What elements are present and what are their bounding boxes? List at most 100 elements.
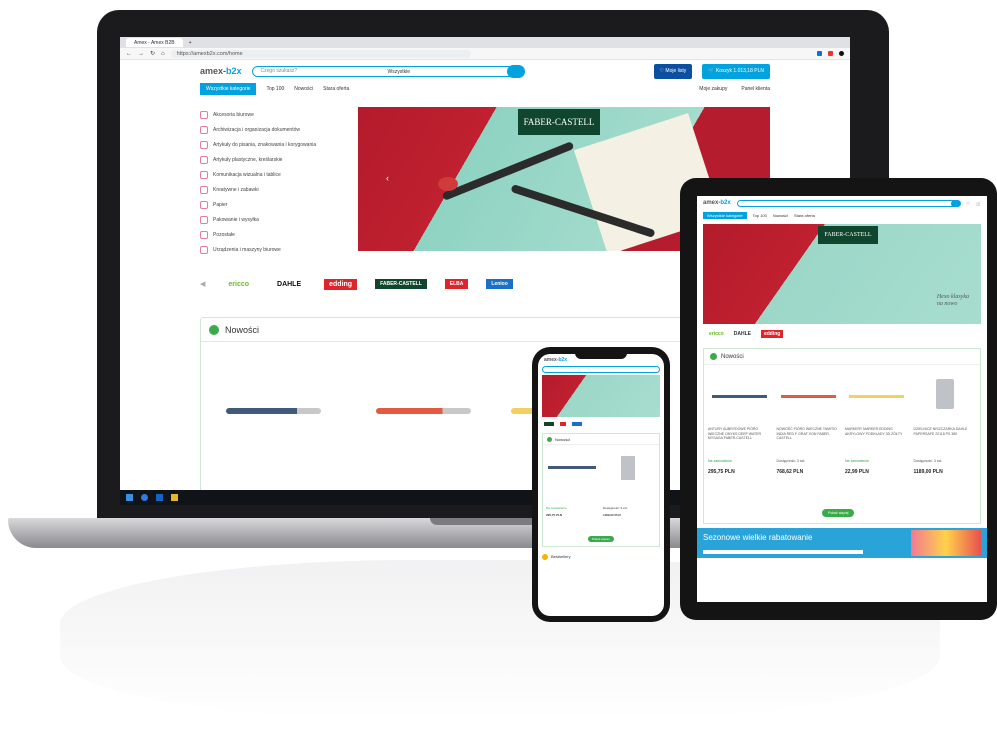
- phone-hero-banner[interactable]: [542, 375, 660, 417]
- category-icon: [200, 170, 208, 179]
- promo-banner[interactable]: Sezonowe wielkie rabatowanie: [697, 528, 987, 558]
- tablet-logo[interactable]: amex-b2x: [703, 200, 731, 206]
- news-header: Nowości: [543, 434, 659, 445]
- back-icon[interactable]: ←: [126, 51, 132, 57]
- star-icon: [542, 553, 548, 560]
- brand-logo-dahle[interactable]: DAHLE: [734, 331, 751, 337]
- category-item[interactable]: Kreatywne i zabawki: [200, 182, 350, 197]
- phone-logo[interactable]: amex-b2x: [544, 357, 567, 363]
- tablet-search-input[interactable]: [736, 199, 962, 207]
- logo-suffix: b2x: [226, 66, 242, 76]
- tab-old-offer[interactable]: Stara oferta: [794, 213, 815, 218]
- category-icon: [200, 125, 208, 134]
- hero-pen-image: [441, 141, 575, 201]
- brand-logo-faber-castell[interactable]: FABER-CASTELL: [375, 279, 427, 289]
- brand-logo-edding[interactable]: edding: [324, 278, 358, 290]
- customer-panel-link[interactable]: Panel klienta: [741, 86, 770, 92]
- extension-icon[interactable]: [828, 51, 833, 56]
- category-item[interactable]: Urządzenia i maszyny biurowe: [200, 242, 350, 257]
- category-item[interactable]: Artykuły plastyczne, kreślarskie: [200, 152, 350, 167]
- folder-icon[interactable]: [171, 494, 178, 501]
- extension-icon[interactable]: [817, 51, 822, 56]
- product-card[interactable]: ANTURY AUBRYDOWE PIÓRO WIECZNE ONYKS DEE…: [708, 369, 771, 475]
- hero-prev-arrow[interactable]: ‹: [386, 173, 389, 183]
- tab-new[interactable]: Nowości: [773, 213, 788, 218]
- logo-prefix: amex-: [703, 200, 721, 206]
- forward-icon[interactable]: →: [138, 51, 144, 57]
- product-image[interactable]: [226, 408, 321, 414]
- browser-tab[interactable]: Amex - Amex B2B: [126, 38, 183, 47]
- category-item[interactable]: Akcesoria biurowe: [200, 107, 350, 122]
- heart-icon[interactable]: ♡: [966, 201, 970, 206]
- tab-old-offer[interactable]: Stara oferta: [323, 86, 349, 92]
- product-card[interactable]: Dostępność: 3 szt. 1189,00 PLN: [603, 448, 656, 517]
- brand-logo-ericco[interactable]: ericco: [709, 331, 724, 337]
- tab-top-100[interactable]: Top 100: [753, 213, 767, 218]
- brand-prev-arrow[interactable]: ◀: [200, 280, 205, 288]
- brand-logo[interactable]: [544, 422, 554, 426]
- product-card[interactable]: DZIELNICE NISZCZARKA DAHLE PAPERSAFE 221…: [914, 369, 977, 475]
- address-bar[interactable]: https://amexb2x.com/home: [170, 49, 471, 58]
- category-item[interactable]: Archiwizacja i organizacja dokumentów: [200, 122, 350, 137]
- my-purchases-link[interactable]: Moje zakupy: [699, 86, 727, 92]
- search-input[interactable]: Czego szukasz? Wszystkie: [251, 64, 525, 78]
- tab-top-100[interactable]: Top 100: [266, 86, 284, 92]
- category-item[interactable]: Pakowanie i wysyłka: [200, 212, 350, 227]
- tablet-brand-carousel: ericco DAHLE edding: [697, 324, 987, 344]
- logo-suffix: b2x: [558, 357, 568, 363]
- brand-logo[interactable]: [560, 422, 566, 426]
- category-label: Kreatywne i zabawki: [213, 186, 259, 193]
- bestsellers-header: Bestsellery: [542, 551, 660, 562]
- wishlist-button[interactable]: ♡ Moje listy: [653, 63, 693, 79]
- windows-start-icon[interactable]: [126, 494, 133, 501]
- hero-slogan-line: Hexo klasyka: [936, 294, 969, 300]
- tablet-hero-banner[interactable]: FABER-CASTELL Hexo klasyka na nowo: [703, 224, 981, 324]
- tab-new[interactable]: Nowości: [294, 86, 313, 92]
- brand-logo-ericco[interactable]: ericco: [223, 279, 254, 290]
- brand-logo[interactable]: [572, 422, 582, 426]
- category-icon: [200, 110, 208, 119]
- news-title: Nowości: [721, 353, 744, 360]
- search-button[interactable]: [506, 64, 525, 78]
- product-image: [708, 369, 771, 427]
- category-icon: [200, 185, 208, 194]
- pen-shape: [548, 466, 596, 469]
- edge-icon[interactable]: [141, 494, 148, 501]
- edge-icon[interactable]: [156, 494, 163, 501]
- product-card[interactable]: Na zamówienie 295,75 PLN: [546, 448, 599, 517]
- new-tab-icon[interactable]: +: [189, 40, 192, 46]
- tab-all-categories[interactable]: Wszystkie kategorie: [200, 83, 257, 95]
- product-availability: Na zamówienie: [708, 459, 732, 463]
- category-item[interactable]: Artykuły do pisania, znakowania i korygo…: [200, 137, 350, 152]
- promo-strip: [703, 550, 863, 554]
- brand-logo-edding[interactable]: edding: [760, 330, 784, 338]
- brand-logo-elba[interactable]: ELBA: [444, 279, 469, 289]
- show-more-button[interactable]: Pokaż więcej: [822, 509, 855, 517]
- profile-icon[interactable]: [839, 51, 844, 56]
- home-icon[interactable]: ⌂: [161, 51, 165, 57]
- category-item[interactable]: Komunikacja wizualna i tablice: [200, 167, 350, 182]
- tab-all-categories[interactable]: Wszystkie kategorie: [703, 211, 747, 219]
- extension-icon[interactable]: [806, 51, 811, 56]
- phone-search-input[interactable]: [542, 366, 660, 373]
- reload-icon[interactable]: ↻: [150, 50, 155, 57]
- product-price: 295,75 PLN: [708, 469, 735, 475]
- category-icon: [200, 215, 208, 224]
- product-availability: Dostępność: 3 szt.: [603, 506, 628, 510]
- bolt-icon: [209, 324, 219, 335]
- search-category-select[interactable]: Wszystkie: [388, 69, 411, 75]
- product-image[interactable]: [376, 408, 471, 414]
- brand-logo-dahle[interactable]: DAHLE: [272, 279, 306, 290]
- product-card[interactable]: MARKERY MARKER EDDING AKRYLOWY PODKŁADY …: [845, 369, 908, 475]
- product-card[interactable]: NOWOŚĆ PIÓRO WIECZNE TAMITIO INDIA RED F…: [777, 369, 840, 475]
- cart-icon[interactable]: 🛒: [976, 201, 981, 206]
- cart-button[interactable]: 🛒 Koszyk 1.013,18 PLN: [702, 63, 770, 79]
- category-item[interactable]: Pozostałe: [200, 227, 350, 242]
- logo-prefix: amex-: [544, 357, 559, 363]
- show-more-button[interactable]: Pokaż więcej: [588, 536, 614, 542]
- site-logo[interactable]: amex-b2x: [200, 66, 242, 76]
- brand-logo-lenioo[interactable]: Lenioo: [486, 279, 513, 289]
- tablet-nav: Wszystkie kategorie Top 100 Nowości Star…: [697, 210, 987, 220]
- category-item[interactable]: Papier: [200, 197, 350, 212]
- cart-total: 1.013,18 PLN: [733, 68, 764, 74]
